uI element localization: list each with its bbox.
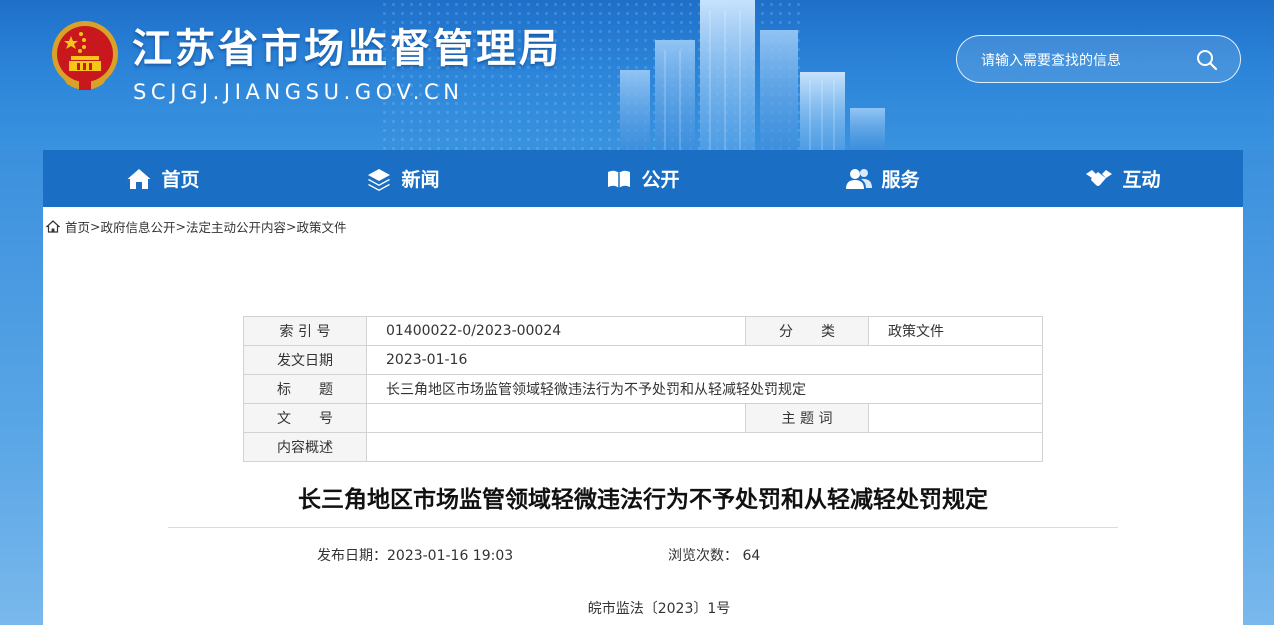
nav-item-news[interactable]: 新闻 (283, 150, 523, 207)
nav-item-label: 公开 (641, 169, 680, 191)
article-title: 长三角地区市场监管领域轻微违法行为不予处罚和从轻减轻处罚规定 (298, 487, 988, 513)
breadcrumb: 首页 > 政府信息公开 > 法定主动公开内容 > 政策文件 (46, 217, 347, 236)
breadcrumb-link-home[interactable]: 首页 (65, 217, 90, 236)
nav-item-label: 新闻 (401, 169, 440, 191)
title-label: 标 题 (243, 374, 367, 404)
title-value: 长三角地区市场监管领域轻微违法行为不予处罚和从轻减轻处罚规定 (366, 374, 1043, 404)
index-number-value: 01400022-0/2023-00024 (366, 316, 746, 346)
table-row: 发文日期 2023-01-16 (243, 345, 1043, 375)
open-book-icon (608, 170, 631, 188)
main-nav: 首页 新闻 公开 服务 互动 (43, 150, 1243, 207)
issue-date-label: 发文日期 (243, 345, 367, 375)
document-metadata-table: 索 引 号 01400022-0/2023-00024 分 类 政策文件 发文日… (243, 316, 1043, 462)
table-row: 内容概述 (243, 432, 1043, 462)
layers-icon (368, 168, 391, 191)
national-emblem-icon (52, 21, 118, 90)
document-number-text: 皖市监法〔2023〕1号 (587, 601, 731, 617)
city-skyline-illustration (620, 0, 885, 150)
keywords-value (868, 403, 1043, 433)
document-number-label: 文 号 (243, 403, 367, 433)
users-icon (846, 168, 873, 189)
summary-label: 内容概述 (243, 432, 367, 462)
keywords-label: 主 题 词 (745, 403, 869, 433)
title-divider (168, 527, 1118, 528)
table-row: 文 号 主 题 词 (243, 403, 1043, 433)
breadcrumb-link-policy-docs[interactable]: 政策文件 (297, 217, 347, 236)
publish-date: 发布日期：2023-01-16 19:03 (317, 548, 514, 564)
main-content: 首页 > 政府信息公开 > 法定主动公开内容 > 政策文件 索 引 号 0140… (43, 207, 1243, 625)
breadcrumb-link-statutory-content[interactable]: 法定主动公开内容 (186, 217, 286, 236)
nav-item-label: 互动 (1122, 169, 1161, 191)
search-icon[interactable] (1196, 49, 1218, 71)
category-label: 分 类 (745, 316, 869, 346)
nav-item-home[interactable]: 首页 (43, 150, 283, 207)
handshake-icon (1086, 169, 1113, 186)
breadcrumb-link-gov-info[interactable]: 政府信息公开 (101, 217, 176, 236)
page-side-background-left (0, 150, 43, 625)
nav-item-interaction[interactable]: 互动 (1003, 150, 1243, 207)
site-domain: SCJGJ.JIANGSU.GOV.CN (133, 80, 464, 104)
home-icon (127, 168, 151, 189)
document-number-value (366, 403, 746, 433)
breadcrumb-separator: > (286, 219, 297, 234)
table-row: 标 题 长三角地区市场监管领域轻微违法行为不予处罚和从轻减轻处罚规定 (243, 374, 1043, 404)
issue-date-value: 2023-01-16 (366, 345, 1043, 375)
nav-item-service[interactable]: 服务 (763, 150, 1003, 207)
breadcrumb-separator: > (175, 219, 186, 234)
breadcrumb-separator: > (90, 219, 101, 234)
nav-item-label: 服务 (881, 169, 920, 191)
site-header: 江苏省市场监督管理局 SCJGJ.JIANGSU.GOV.CN (0, 0, 1274, 150)
page-side-background-right (1243, 150, 1274, 625)
category-value: 政策文件 (868, 316, 1043, 346)
nav-item-open[interactable]: 公开 (523, 150, 763, 207)
search-input[interactable] (979, 48, 1183, 74)
table-row: 索 引 号 01400022-0/2023-00024 分 类 政策文件 (243, 316, 1043, 346)
index-number-label: 索 引 号 (243, 316, 367, 346)
site-title: 江苏省市场监督管理局 (132, 26, 562, 72)
nav-item-label: 首页 (161, 169, 200, 191)
breadcrumb-home-icon (46, 220, 60, 233)
summary-value (366, 432, 1043, 462)
search-box (956, 35, 1241, 83)
view-count: 浏览次数： 64 (668, 548, 761, 564)
